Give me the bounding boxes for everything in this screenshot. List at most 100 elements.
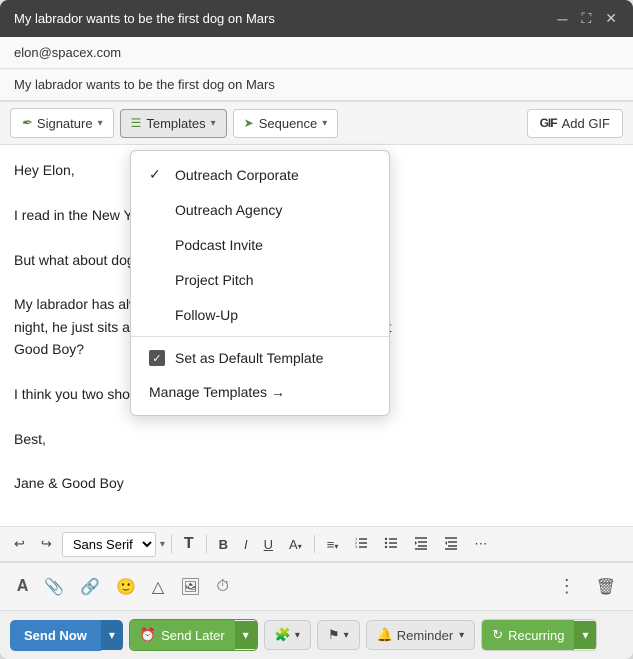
- separator: [171, 535, 172, 553]
- svg-text:3: 3: [355, 544, 358, 549]
- template-label: Podcast Invite: [175, 237, 263, 253]
- templates-caret-icon: ▾: [211, 118, 216, 129]
- insert-photo-button[interactable]: 🖼: [173, 572, 207, 602]
- clock-icon: ⏱: [217, 578, 229, 595]
- window-title: My labrador wants to be the first dog on…: [14, 11, 275, 26]
- link-icon: 🔗: [80, 579, 100, 596]
- minimize-button[interactable]: ─: [556, 10, 570, 27]
- flag-caret-icon: ▾: [344, 630, 349, 641]
- action-bar: 𝐀 📎 🔗 🙂 △ 🖼 ⏱ ⋮ 🗑: [0, 562, 633, 610]
- recurring-icon: ↻: [492, 627, 503, 643]
- more-format-button[interactable]: ⋯: [468, 532, 493, 556]
- emoji-icon: 🙂: [116, 579, 136, 596]
- recurring-caret-button[interactable]: ▾: [574, 621, 596, 649]
- email-compose-window: My labrador wants to be the first dog on…: [0, 0, 633, 659]
- check-icon: ✓: [149, 166, 165, 183]
- template-outreach-corporate[interactable]: ✓ Outreach Corporate: [131, 157, 389, 192]
- reminder-caret-icon: ▾: [459, 630, 464, 641]
- indent-button[interactable]: [408, 532, 434, 557]
- google-drive-button[interactable]: △: [145, 572, 171, 602]
- body-sign-off: Best,: [14, 428, 619, 450]
- title-bar: My labrador wants to be the first dog on…: [0, 0, 633, 37]
- format-text-button[interactable]: 𝐀: [10, 573, 35, 601]
- puzzle-button[interactable]: 🧩 ▾: [264, 620, 311, 650]
- send-now-caret-icon: ▾: [109, 628, 115, 642]
- font-caret-icon: ▾: [160, 539, 165, 550]
- templates-dropdown: ✓ Outreach Corporate ✓ Outreach Agency ✓…: [130, 150, 390, 416]
- insert-emoji-button[interactable]: 🙂: [109, 572, 143, 602]
- checkbox-checked-icon: ✓: [149, 350, 165, 366]
- sequence-icon: ➤: [244, 116, 254, 130]
- to-field: elon@spacex.com: [0, 37, 633, 69]
- template-label: Project Pitch: [175, 272, 254, 288]
- toolbar: ✒ Signature ▾ ☰ Templates ▾ ➤ Sequence ▾…: [0, 102, 633, 145]
- add-gif-button[interactable]: GIF Add GIF: [527, 109, 623, 138]
- sequence-caret-icon: ▾: [322, 118, 327, 129]
- template-project-pitch[interactable]: ✓ Project Pitch: [131, 262, 389, 297]
- signature-button[interactable]: ✒ Signature ▾: [10, 108, 114, 138]
- gif-icon: GIF: [540, 116, 557, 130]
- more-options-button[interactable]: ⋮: [551, 571, 583, 602]
- email-fields: elon@spacex.com My labrador wants to be …: [0, 37, 633, 102]
- paperclip-icon: 📎: [44, 579, 64, 596]
- undo-button[interactable]: ↩: [8, 532, 31, 556]
- delete-draft-button[interactable]: 🗑: [589, 572, 623, 602]
- flag-icon: ⚑: [328, 627, 340, 643]
- templates-button[interactable]: ☰ Templates ▾: [120, 109, 227, 138]
- close-button[interactable]: ✕: [603, 10, 619, 27]
- title-bar-controls: ─ ⛶ ✕: [556, 10, 619, 27]
- format-text-icon: 𝐀: [17, 578, 28, 595]
- send-later-button[interactable]: ⏰ Send Later: [130, 620, 235, 650]
- send-now-caret-button[interactable]: ▾: [101, 620, 123, 650]
- underline-button[interactable]: U: [258, 533, 279, 556]
- bell-icon: 🔔: [377, 627, 393, 643]
- bottom-bar: Send Now ▾ ⏰ Send Later ▾ 🧩 ▾ ⚑ ▾ 🔔 R: [0, 610, 633, 659]
- template-follow-up[interactable]: ✓ Follow-Up: [131, 297, 389, 332]
- body-signature: Jane & Good Boy: [14, 472, 619, 494]
- set-default-label: Set as Default Template: [175, 350, 323, 366]
- send-now-button[interactable]: Send Now: [10, 620, 101, 651]
- template-podcast-invite[interactable]: ✓ Podcast Invite: [131, 227, 389, 262]
- font-color-button[interactable]: A▾: [283, 533, 308, 556]
- ordered-list-button[interactable]: 123: [348, 532, 374, 557]
- maximize-button[interactable]: ⛶: [579, 10, 593, 27]
- subject-field: My labrador wants to be the first dog on…: [0, 69, 633, 101]
- align-button[interactable]: ≡▾: [321, 533, 345, 556]
- template-label: Outreach Agency: [175, 202, 282, 218]
- puzzle-caret-icon: ▾: [295, 630, 300, 641]
- attach-file-button[interactable]: 📎: [37, 572, 71, 602]
- italic-button[interactable]: I: [238, 533, 254, 556]
- unordered-list-button[interactable]: [378, 532, 404, 557]
- photo-icon: 🖼: [180, 579, 200, 596]
- recurring-caret-icon: ▾: [582, 628, 588, 642]
- send-now-group: Send Now ▾: [10, 620, 123, 651]
- send-later-clock-icon: ⏰: [140, 627, 156, 643]
- insert-link-button[interactable]: 🔗: [73, 572, 107, 602]
- puzzle-icon: 🧩: [275, 627, 291, 643]
- flag-button[interactable]: ⚑ ▾: [317, 620, 360, 650]
- recurring-group: ↻ Recurring ▾: [481, 619, 597, 651]
- reminder-button[interactable]: 🔔 Reminder ▾: [366, 620, 476, 650]
- bold-button[interactable]: B: [213, 533, 234, 556]
- send-later-caret-button[interactable]: ▾: [235, 621, 257, 649]
- template-label: Outreach Corporate: [175, 167, 299, 183]
- template-label: Follow-Up: [175, 307, 238, 323]
- signature-caret-icon: ▾: [98, 118, 103, 129]
- separator: [206, 535, 207, 553]
- outdent-button[interactable]: [438, 532, 464, 557]
- recurring-button[interactable]: ↻ Recurring: [482, 620, 574, 650]
- send-later-group: ⏰ Send Later ▾: [129, 619, 258, 651]
- manage-templates-link[interactable]: Manage Templates →: [131, 375, 389, 409]
- text-size-button[interactable]: T: [178, 531, 200, 557]
- redo-button[interactable]: ↪: [35, 532, 58, 556]
- set-default-template-item[interactable]: ✓ Set as Default Template: [131, 341, 389, 375]
- send-later-caret-icon: ▾: [243, 628, 249, 642]
- template-outreach-agency[interactable]: ✓ Outreach Agency: [131, 192, 389, 227]
- font-family-select[interactable]: Sans Serif: [62, 532, 156, 557]
- sequence-button[interactable]: ➤ Sequence ▾: [233, 109, 339, 138]
- schedule-button[interactable]: ⏱: [210, 573, 236, 601]
- signature-icon: ✒: [21, 115, 32, 131]
- action-icons: 𝐀 📎 🔗 🙂 △ 🖼 ⏱: [10, 572, 236, 602]
- drive-icon: △: [152, 579, 164, 596]
- manage-templates-label: Manage Templates →: [149, 384, 285, 400]
